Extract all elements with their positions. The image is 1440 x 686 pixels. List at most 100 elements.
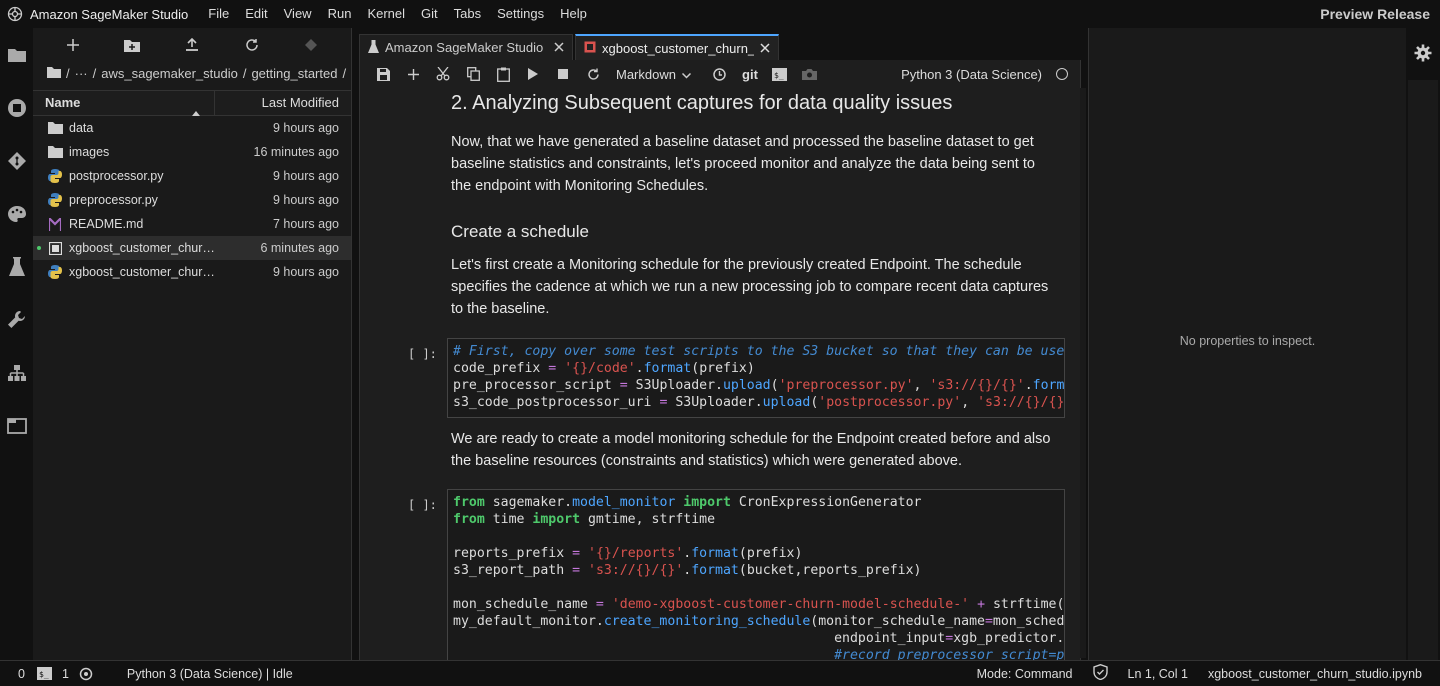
code-cell[interactable]: # First, copy over some test scripts to …	[447, 338, 1065, 418]
notebook-scrollbar[interactable]	[1080, 88, 1086, 658]
code-cell[interactable]: from sagemaker.model_monitor import Cron…	[447, 489, 1065, 660]
paste-icon[interactable]	[488, 62, 518, 86]
markdown-cell[interactable]: Create a schedule	[451, 221, 1051, 243]
network-icon[interactable]	[0, 346, 33, 399]
python-file-icon	[47, 264, 63, 280]
tab-bar: Amazon SageMaker Studio xgboost_customer…	[353, 28, 1087, 60]
file-row-preprocessor[interactable]: preprocessor.py 9 hours ago	[33, 188, 351, 212]
file-name: xgboost_customer_churn_studio.ipynb	[69, 241, 219, 255]
markdown-file-icon	[47, 216, 63, 232]
notebook-panel: Amazon SageMaker Studio xgboost_customer…	[353, 28, 1087, 660]
menu-kernel[interactable]: Kernel	[363, 0, 417, 28]
subsection-heading: Create a schedule	[451, 222, 589, 241]
clock-icon[interactable]	[705, 62, 735, 86]
app-title: Amazon SageMaker Studio	[30, 6, 189, 22]
file-row-notebook[interactable]: xgboost_customer_churn_studio.ipynb 6 mi…	[33, 236, 351, 260]
tab-sagemaker-studio[interactable]: Amazon SageMaker Studio	[359, 34, 573, 60]
markdown-cell[interactable]: We are ready to create a model monitorin…	[451, 428, 1051, 472]
chevron-down-icon	[681, 67, 691, 82]
tab-notebook[interactable]: xgboost_customer_churn_stu	[575, 34, 779, 60]
folder-icon[interactable]	[0, 28, 33, 81]
notebook-toolbar: Markdown git $_ Python 3 (Data Science)	[359, 60, 1081, 88]
paragraph: Now, that we have generated a baseline d…	[451, 134, 1035, 194]
kernel-count[interactable]: 1	[62, 667, 69, 681]
status-filename: xgboost_customer_churn_studio.ipynb	[1207, 666, 1422, 681]
paragraph: We are ready to create a model monitorin…	[451, 431, 1051, 469]
menu-git[interactable]: Git	[417, 0, 450, 28]
python-file-icon	[47, 168, 63, 184]
menu-tabs[interactable]: Tabs	[450, 0, 493, 28]
file-row-postprocessor[interactable]: postprocessor.py 9 hours ago	[33, 164, 351, 188]
copy-icon[interactable]	[458, 62, 488, 86]
restart-icon[interactable]	[578, 62, 608, 86]
folder-icon	[47, 120, 63, 136]
flask-icon	[368, 39, 379, 56]
terminal-icon[interactable]: $_	[765, 62, 795, 86]
right-activity-bar	[1406, 28, 1440, 660]
menu-edit[interactable]: Edit	[241, 0, 279, 28]
git-icon[interactable]	[0, 134, 33, 187]
menu-bar: Amazon SageMaker Studio File Edit View R…	[0, 0, 1440, 28]
add-cell-icon[interactable]	[398, 62, 428, 86]
file-name: data	[69, 121, 94, 135]
markdown-cell[interactable]: Let's first create a Monitoring schedule…	[451, 254, 1051, 320]
column-header-name[interactable]: Name	[33, 91, 215, 116]
file-modified: 9 hours ago	[272, 169, 339, 183]
menu-run[interactable]: Run	[324, 0, 364, 28]
breadcrumb-separator: /	[92, 65, 97, 81]
gear-icon[interactable]	[1406, 28, 1440, 78]
run-icon[interactable]	[518, 62, 548, 86]
cursor-position[interactable]: Ln 1, Col 1	[1128, 667, 1188, 681]
close-icon[interactable]	[760, 41, 770, 56]
notebook-icon	[584, 41, 596, 56]
cut-icon[interactable]	[428, 62, 458, 86]
refresh-button[interactable]	[238, 33, 266, 57]
tabs-icon[interactable]	[0, 399, 33, 452]
stop-icon[interactable]	[548, 62, 578, 86]
breadcrumb: / ··· / aws_sagemaker_studio / getting_s…	[33, 62, 351, 84]
new-launcher-button[interactable]	[59, 33, 87, 57]
upload-button[interactable]	[178, 33, 206, 57]
markdown-cell[interactable]: Now, that we have generated a baseline d…	[451, 131, 1051, 197]
new-folder-button[interactable]	[118, 33, 146, 57]
menu-file[interactable]: File	[204, 0, 241, 28]
terminal-status-icon[interactable]: $_	[36, 667, 52, 680]
markdown-cell[interactable]: 2. Analyzing Subsequent captures for dat…	[451, 92, 1051, 114]
menu-view[interactable]: View	[280, 0, 324, 28]
close-icon[interactable]	[554, 40, 564, 55]
file-row-data[interactable]: data 9 hours ago	[33, 116, 351, 140]
cell-prompt: [ ]:	[408, 498, 437, 512]
breadcrumb-aws-sagemaker-studio[interactable]: aws_sagemaker_studio	[101, 66, 238, 81]
shield-check-icon[interactable]	[1092, 663, 1108, 683]
wrench-icon[interactable]	[0, 293, 33, 346]
flask-icon[interactable]	[0, 240, 33, 293]
breadcrumb-separator: /	[242, 65, 247, 81]
stop-circle-icon[interactable]	[0, 81, 33, 134]
column-header-last-modified[interactable]: Last Modified	[215, 91, 351, 115]
palette-icon[interactable]	[0, 187, 33, 240]
file-row-images[interactable]: images 16 minutes ago	[33, 140, 351, 164]
file-name: xgboost_customer_churn_studio.py	[69, 265, 219, 279]
cell-type-dropdown[interactable]: Markdown	[616, 67, 691, 82]
save-icon[interactable]	[368, 62, 398, 86]
file-row-readme[interactable]: README.md 7 hours ago	[33, 212, 351, 236]
status-bar: 0 $_ 1 Python 3 (Data Science) | Idle Mo…	[0, 660, 1440, 686]
breadcrumb-ellipsis[interactable]: ···	[75, 66, 88, 81]
menu-help[interactable]: Help	[556, 0, 599, 28]
terminal-count[interactable]: 0	[18, 667, 25, 681]
breadcrumb-getting-started[interactable]: getting_started	[251, 66, 337, 81]
git-clone-icon[interactable]	[297, 33, 325, 57]
file-row-notebook-py[interactable]: xgboost_customer_churn_studio.py 9 hours…	[33, 260, 351, 284]
python-file-icon	[47, 192, 63, 208]
git-button[interactable]: git	[735, 62, 765, 86]
camera-icon[interactable]	[795, 62, 825, 86]
file-modified: 9 hours ago	[272, 121, 339, 135]
kernel-status-text[interactable]: Python 3 (Data Science) | Idle	[127, 667, 293, 681]
notebook-content[interactable]: 2. Analyzing Subsequent captures for dat…	[359, 88, 1081, 660]
menu-settings[interactable]: Settings	[493, 0, 556, 28]
file-browser-toolbar	[33, 28, 351, 62]
file-browser-panel: / ··· / aws_sagemaker_studio / getting_s…	[33, 28, 352, 660]
kernel-gear-icon[interactable]	[79, 667, 93, 681]
home-folder-icon[interactable]	[47, 66, 61, 81]
kernel-name-button[interactable]: Python 3 (Data Science)	[901, 67, 1042, 82]
